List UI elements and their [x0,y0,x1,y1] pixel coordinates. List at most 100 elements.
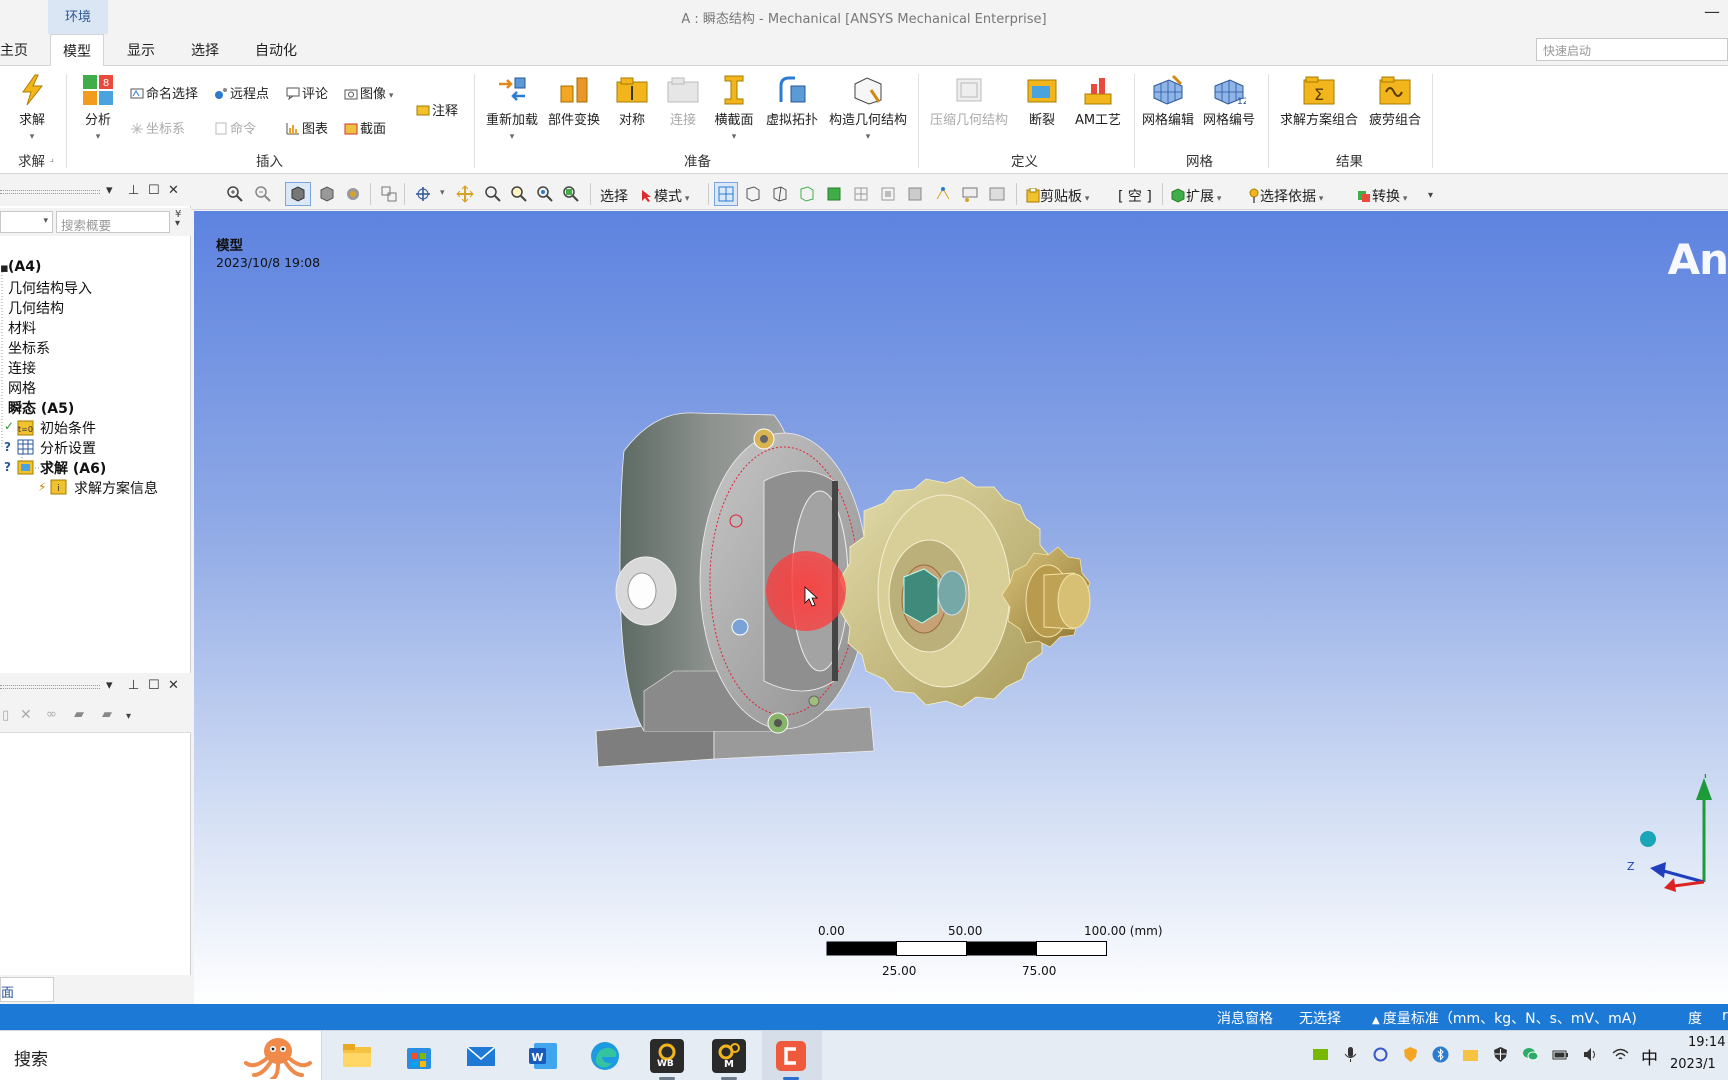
filter-dropdown[interactable]: ▾ [0,211,53,233]
construct-geometry-button[interactable]: 构造几何结构 ▾ [826,74,910,143]
fracture-button[interactable]: 断裂 [1024,74,1060,128]
taskbar-search[interactable]: 搜索 [0,1031,322,1080]
tab-model[interactable]: 模型 [50,34,104,67]
nvidia-icon[interactable] [1312,1046,1329,1063]
wifi-icon[interactable] [1612,1046,1629,1063]
tree-item-solution[interactable]: 求解 (A6) [40,458,106,478]
file-explorer-icon[interactable] [340,1039,374,1073]
edge-icon[interactable] [588,1039,622,1073]
element-box-icon[interactable] [906,185,924,203]
symmetry-button[interactable]: 对称 [614,74,650,128]
chevron-down-icon[interactable]: ▾ [126,711,131,722]
copy-icon[interactable]: ▯ [2,708,9,723]
label-tag-icon[interactable] [961,185,979,203]
clipboard-dropdown[interactable]: 剪贴板 ▾ [1026,186,1089,206]
battery-icon[interactable] [1552,1046,1569,1063]
box-zoom-icon[interactable] [380,185,398,203]
body-select-icon[interactable] [798,185,816,203]
extend-dropdown[interactable]: 扩展 ▾ [1170,186,1221,206]
store-icon[interactable] [402,1039,436,1073]
quick-launch-input[interactable]: 快速启动 [1536,38,1728,61]
tree-item-model[interactable]: (A4) [8,259,41,275]
mesh-edit-button[interactable]: 网格编辑 [1140,74,1196,128]
pin-panel-icon[interactable]: ⊥ [128,183,139,198]
microphone-icon[interactable] [1342,1046,1359,1063]
close-panel-icon[interactable]: ✕ [168,183,179,198]
part-transform-button[interactable]: 部件变换 [546,74,602,128]
virtual-topology-button[interactable]: 虚拟拓扑 [764,74,820,128]
analysis-button[interactable]: 8 分析 ▾ [78,74,118,143]
mechanical-app[interactable]: M [712,1039,746,1073]
search-options-icon[interactable]: ¥ ▾ [175,210,181,229]
tree-item-analysis-settings[interactable]: 分析设置 [40,438,96,458]
tree-item-solution-information[interactable]: 求解方案信息 [74,478,158,498]
zoom-icon[interactable] [484,185,502,203]
chevron-down-icon[interactable]: ▾ [440,188,445,198]
delete-icon[interactable]: ✕ [20,707,32,723]
section-button[interactable]: 截面 [344,118,386,137]
tab-select[interactable]: 选择 [191,40,219,60]
volume-icon[interactable] [1582,1046,1599,1063]
workbench-app[interactable]: WB [650,1039,684,1073]
element-face-icon[interactable] [852,185,870,203]
message-pane-button[interactable]: 消息窗格 [1217,1008,1273,1028]
pan-icon[interactable] [456,185,474,203]
details-tab[interactable]: 面 [0,977,54,1002]
folder-icon[interactable]: ▰ [102,707,112,722]
reload-button[interactable]: 重新加载 ▾ [484,74,540,143]
suppress-geometry-button[interactable]: 压缩几何结构 [928,74,1010,128]
panel-menu-icon[interactable]: ▾ [106,678,113,693]
tree-item-transient[interactable]: 瞬态 (A5) [8,398,74,418]
fatigue-combination-button[interactable]: 疲劳组合 [1366,74,1424,128]
coordinate-triad[interactable]: Y Z [1614,774,1724,894]
select-mode-dropdown[interactable]: 模式 ▾ [640,186,689,206]
panel-grip[interactable] [0,190,100,194]
rotate-icon[interactable] [414,185,432,203]
edge-select-icon[interactable] [744,185,762,203]
wechat-icon[interactable] [1522,1046,1539,1063]
command-button[interactable]: 命令 [214,118,256,137]
input-method-indicator[interactable]: 中 [1641,1044,1658,1069]
annotation-toggle-icon[interactable] [988,185,1006,203]
tree-item-connections[interactable]: 连接 [8,358,36,378]
isometric-ball[interactable] [1640,831,1656,847]
comment-button[interactable]: 评论 [286,83,328,102]
image-button[interactable]: 图像 ▾ [344,83,393,102]
magnifier-window-icon[interactable] [562,185,580,203]
convert-dropdown[interactable]: 转换 ▾ [1356,186,1407,206]
solve-button[interactable]: 求解 ▾ [14,74,50,143]
named-selection-button[interactable]: 命名选择 [130,83,198,102]
defender-icon[interactable] [1492,1046,1509,1063]
security-shield-icon[interactable] [1402,1046,1419,1063]
tree-item-materials[interactable]: 材料 [8,318,36,338]
pin-panel-icon[interactable]: ⊥ [128,678,139,693]
sync-icon[interactable] [1372,1046,1389,1063]
angle-unit-button[interactable]: 度 [1688,1008,1702,1028]
graphics-viewport[interactable]: 模型 2023/10/8 19:08 An 0.00 50.00 100.00 … [194,211,1728,1004]
cross-section-button[interactable]: 横截面 ▾ [712,74,756,143]
connections-button[interactable]: 连接 [666,74,700,128]
link-icon[interactable]: ∞ [46,707,57,722]
gearbox-model[interactable] [574,311,1394,871]
node-select-icon[interactable] [825,185,843,203]
screen-recorder-icon[interactable] [774,1039,808,1073]
maximize-panel-icon[interactable]: ☐ [148,678,160,693]
tree-item-geometry-import[interactable]: 几何结构导入 [8,278,92,298]
tab-display[interactable]: 显示 [127,40,155,60]
select-by-dropdown[interactable]: 选择依据 ▾ [1248,186,1323,206]
solution-combination-button[interactable]: Σ 求解方案组合 [1276,74,1362,128]
bluetooth-icon[interactable] [1432,1046,1449,1063]
launcher-icon[interactable]: ⌟ [50,154,54,163]
face-select-icon[interactable] [771,185,789,203]
zoom-selection-icon[interactable] [536,185,554,203]
mail-icon[interactable] [464,1039,498,1073]
am-process-button[interactable]: AM工艺 [1072,74,1124,128]
word-icon[interactable]: W [526,1039,560,1073]
tab-home[interactable]: 主页 [0,40,28,60]
close-panel-icon[interactable]: ✕ [168,678,179,693]
chart-button[interactable]: 图表 [286,118,328,137]
rotation-unit-button[interactable]: r [1722,1008,1728,1024]
coordinate-system-button[interactable]: 坐标系 [130,118,185,137]
tab-automation[interactable]: 自动化 [255,40,297,60]
unit-system-button[interactable]: ▲ 度量标准（mm、kg、N、s、mV、mA) [1372,1008,1637,1028]
